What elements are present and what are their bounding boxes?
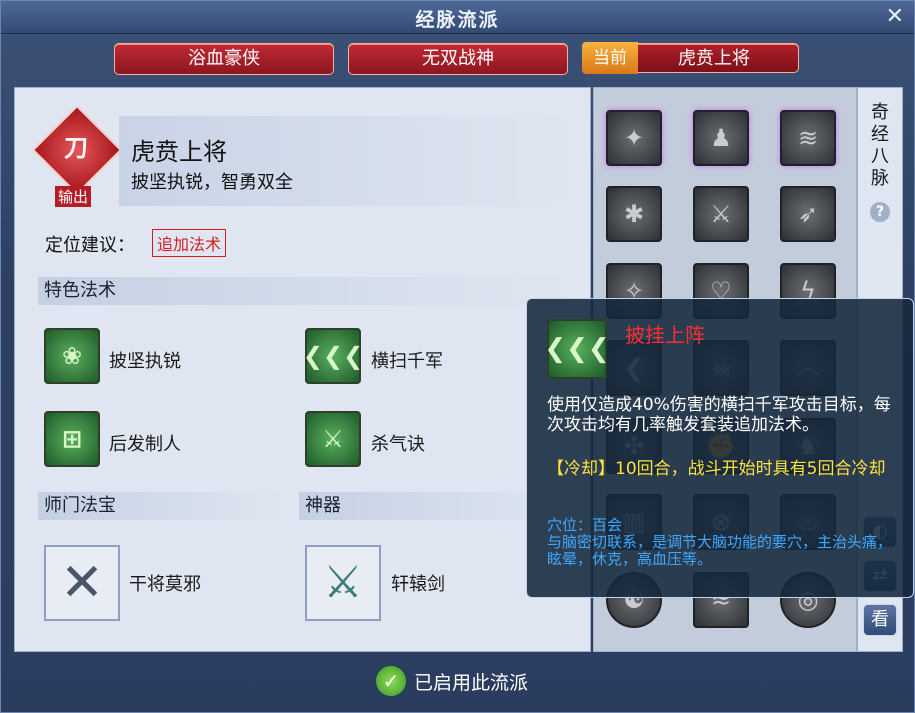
chevrons-icon: ❮❮❮ — [544, 319, 610, 379]
artifact-name: 轩辕剑 — [391, 574, 445, 595]
close-icon[interactable]: ✕ — [886, 4, 904, 29]
demon-icon[interactable]: ✦ — [606, 110, 662, 166]
positioning-label: 定位建议： — [45, 235, 135, 256]
claw-icon[interactable]: ➶ — [780, 186, 836, 242]
tooltip-acupoint: 穴位：百会 与脑密切联系，是调节大脑功能的要穴，主治头痛，眩晕，休克，高血压等。 — [547, 516, 893, 568]
gate-icon[interactable]: ⊞ — [44, 411, 100, 467]
section-title-features: 特色法术 — [38, 277, 578, 305]
armor-icon[interactable]: ❀ — [44, 328, 100, 384]
warrior-icon[interactable]: ♟ — [693, 110, 749, 166]
footer-status: ✓ 已启用此流派 — [376, 666, 528, 696]
school-name: 虎贲上将 — [131, 138, 227, 166]
skill-name: 披坚执锐 — [109, 351, 181, 372]
status-text: 已启用此流派 — [414, 671, 529, 694]
role-badge: 输出 — [55, 186, 92, 207]
skill-name: 后发制人 — [109, 434, 181, 455]
sidebar-label: 奇经八脉 — [871, 102, 889, 189]
title-bar[interactable]: 经脉流派 ✕ — [1, 1, 914, 34]
view-button[interactable]: 看 — [863, 604, 897, 636]
chevrons-icon[interactable]: ❮❮❮ — [303, 328, 363, 384]
tooltip-description: 使用仅造成40%伤害的横扫千军攻击目标，每次攻击均有几率触发套装追加法术。 — [547, 395, 891, 435]
tab-label: 虎贲上将 — [678, 48, 750, 69]
school-motto: 披坚执锐，智勇双全 — [131, 172, 293, 193]
meridian-window: 经脉流派 ✕ 浴血豪侠 无双战神 当前 虎贲上将 刀 输出 虎贲上将 披坚执锐，… — [0, 0, 915, 713]
tooltip-cooldown: 【冷却】10回合，战斗开始时具有5回合冷却 — [547, 459, 886, 479]
current-badge: 当前 — [582, 42, 638, 74]
sword-icon[interactable]: ⚔ — [305, 411, 361, 467]
skill-name: 横扫千军 — [371, 351, 443, 372]
twin-swords-icon[interactable]: ✕ — [44, 545, 120, 621]
tab-hubenshangjiang[interactable]: 当前 虎贲上将 — [582, 42, 799, 74]
sword-crossed-icon[interactable]: ⚔ — [693, 186, 749, 242]
treasure-name: 干将莫邪 — [129, 574, 201, 595]
window-title: 经脉流派 — [415, 9, 500, 31]
tab-yuxue[interactable]: 浴血豪侠 — [114, 43, 334, 75]
dagger-icon: 刀 — [64, 134, 88, 162]
skill-name: 杀气诀 — [371, 434, 425, 455]
burst-icon[interactable]: ✱ — [606, 186, 662, 242]
tooltip-skill-name: 披挂上阵 — [625, 323, 705, 347]
tab-wushuang[interactable]: 无双战神 — [348, 43, 568, 75]
section-title-treasure: 师门法宝 — [38, 492, 288, 520]
skill-tooltip: ❮❮❮ 披挂上阵 使用仅造成40%伤害的横扫千军攻击目标，每次攻击均有几率触发套… — [526, 298, 914, 598]
slash-icon[interactable]: ≋ — [780, 110, 836, 166]
check-icon: ✓ — [376, 666, 406, 696]
sword-artifact-icon[interactable]: ⚔ — [305, 545, 381, 621]
positioning-tag: 追加法术 — [152, 229, 227, 257]
school-info-panel: 刀 输出 虎贲上将 披坚执锐，智勇双全 定位建议： 追加法术 特色法术 ❀ 披坚… — [14, 87, 591, 652]
help-icon[interactable]: ? — [870, 202, 890, 222]
